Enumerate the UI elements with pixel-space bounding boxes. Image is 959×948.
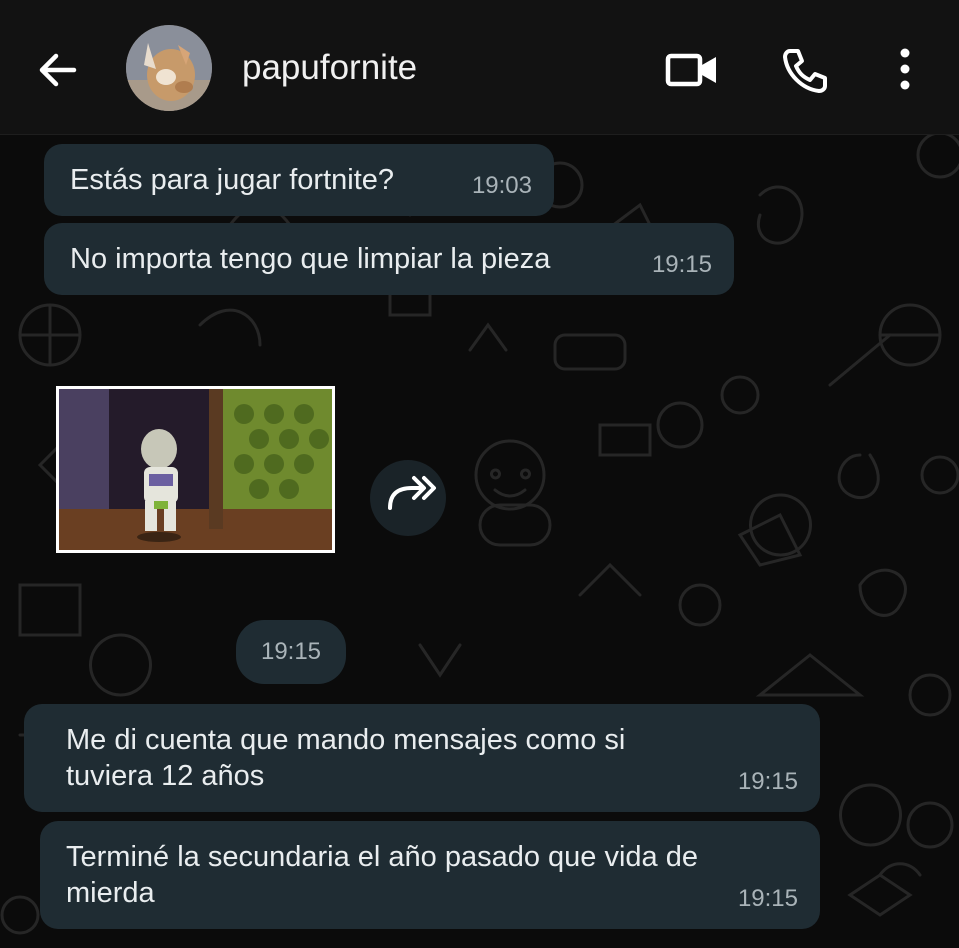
contact-name[interactable]: papufornite bbox=[242, 48, 417, 88]
message-bubble[interactable]: Estás para jugar fortnite? 19:03 bbox=[44, 144, 554, 216]
voice-call-button[interactable] bbox=[780, 46, 830, 94]
message-time: 19:15 bbox=[651, 251, 712, 278]
message-text: No importa tengo que limpiar la pieza bbox=[70, 243, 551, 275]
media-time: 19:15 bbox=[236, 620, 346, 684]
media-thumbnail[interactable] bbox=[56, 386, 335, 553]
avatar[interactable] bbox=[126, 25, 212, 111]
sticker-image bbox=[59, 389, 332, 550]
back-arrow-icon bbox=[39, 53, 77, 87]
message-time: 19:03 bbox=[471, 172, 532, 199]
more-options-button[interactable] bbox=[890, 44, 920, 94]
forward-button[interactable] bbox=[370, 460, 446, 536]
chat-area[interactable]: Estás para jugar fortnite? 19:03 No impo… bbox=[0, 135, 959, 948]
video-camera-icon bbox=[665, 53, 716, 87]
video-call-button[interactable] bbox=[664, 50, 720, 90]
message-time: 19:15 bbox=[737, 885, 798, 912]
phone-icon bbox=[783, 49, 827, 93]
back-button[interactable] bbox=[36, 48, 80, 92]
message-bubble[interactable]: No importa tengo que limpiar la pieza 19… bbox=[44, 223, 734, 295]
message-text: Me di cuenta que mando mensajes como si … bbox=[66, 724, 626, 792]
message-text: Terminé la secundaria el año pasado que … bbox=[66, 841, 698, 909]
avatar-image bbox=[126, 25, 212, 111]
message-bubble[interactable]: Terminé la secundaria el año pasado que … bbox=[40, 821, 820, 929]
message-text: Estás para jugar fortnite? bbox=[70, 164, 395, 196]
message-bubble[interactable]: Me di cuenta que mando mensajes como si … bbox=[24, 704, 820, 812]
forward-icon bbox=[388, 476, 436, 510]
more-vertical-icon bbox=[900, 48, 910, 90]
message-time: 19:15 bbox=[737, 768, 798, 795]
chat-header: papufornite bbox=[0, 0, 959, 135]
